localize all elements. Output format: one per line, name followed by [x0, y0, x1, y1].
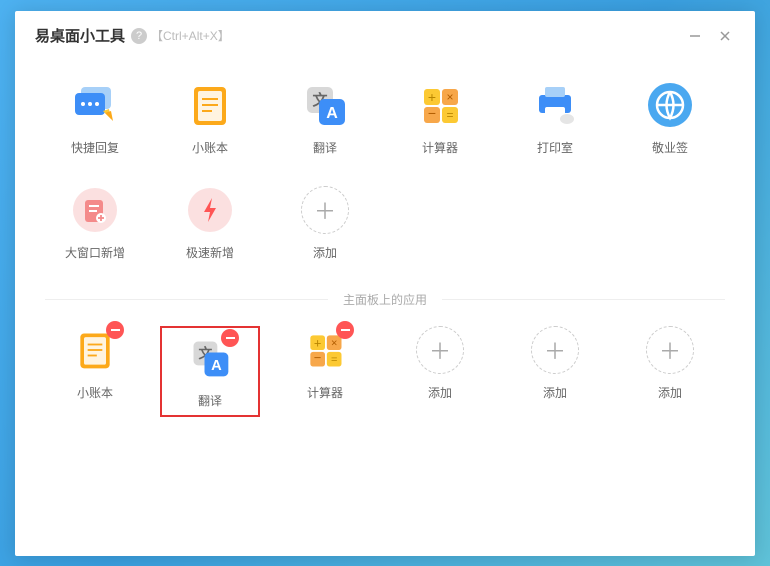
- panel-grid: 小账本 文 A 翻译 +: [45, 326, 725, 411]
- svg-text:−: −: [428, 105, 436, 121]
- remove-badge-icon[interactable]: [221, 329, 239, 347]
- titlebar: 易桌面小工具 ? 【Ctrl+Alt+X】: [15, 11, 755, 61]
- main-window: 易桌面小工具 ? 【Ctrl+Alt+X】: [15, 11, 755, 556]
- tool-label: 敬业签: [652, 139, 688, 156]
- tool-calculator[interactable]: + × − = 计算器: [390, 81, 490, 156]
- panel-add-1[interactable]: ＋ 添加: [390, 326, 490, 411]
- shortcut-hint: 【Ctrl+Alt+X】: [151, 27, 230, 44]
- tool-add[interactable]: ＋ 添加: [275, 186, 375, 261]
- tool-label: 添加: [313, 244, 337, 261]
- svg-text:A: A: [326, 105, 338, 122]
- close-button[interactable]: [710, 21, 740, 51]
- tool-label: 翻译: [313, 139, 337, 156]
- svg-text:+: +: [428, 89, 436, 105]
- svg-text:+: +: [314, 335, 322, 350]
- svg-text:=: =: [331, 353, 337, 365]
- tool-label: 添加: [428, 384, 452, 401]
- tool-print[interactable]: 打印室: [505, 81, 605, 156]
- divider-label: 主面板上的应用: [328, 291, 442, 308]
- remove-badge-icon[interactable]: [336, 321, 354, 339]
- tool-quick-reply[interactable]: 快捷回复: [45, 81, 145, 156]
- svg-text:×: ×: [331, 337, 337, 349]
- calculator-icon: + × − =: [416, 81, 464, 129]
- tool-label: 翻译: [198, 392, 222, 409]
- add-icon: ＋: [416, 326, 464, 374]
- quick-reply-icon: [71, 81, 119, 129]
- tool-label: 极速新增: [186, 244, 234, 261]
- tool-label: 计算器: [307, 384, 343, 401]
- add-icon: ＋: [301, 186, 349, 234]
- panel-calculator[interactable]: + × − = 计算器: [275, 326, 375, 411]
- content-area: 快捷回复 小账本 文: [15, 61, 755, 421]
- add-icon: ＋: [646, 326, 694, 374]
- big-window-add-icon: [71, 186, 119, 234]
- panel-notebook[interactable]: 小账本: [45, 326, 145, 411]
- notebook-icon: [186, 81, 234, 129]
- svg-text:×: ×: [446, 90, 453, 104]
- tool-label: 添加: [658, 384, 682, 401]
- tool-big-window-add[interactable]: 大窗口新增: [45, 186, 145, 261]
- svg-text:A: A: [211, 357, 222, 373]
- tool-label: 添加: [543, 384, 567, 401]
- panel-add-2[interactable]: ＋ 添加: [505, 326, 605, 411]
- translate-icon: 文 A: [301, 81, 349, 129]
- tool-sign[interactable]: 敬业签: [620, 81, 720, 156]
- tool-quick-add[interactable]: 极速新增: [160, 186, 260, 261]
- tool-label: 小账本: [77, 384, 113, 401]
- svg-text:=: =: [446, 108, 453, 122]
- add-icon: ＋: [531, 326, 579, 374]
- tool-label: 快捷回复: [71, 139, 119, 156]
- panel-translate[interactable]: 文 A 翻译: [160, 326, 260, 417]
- window-title: 易桌面小工具: [35, 25, 125, 46]
- tool-label: 小账本: [192, 139, 228, 156]
- help-icon[interactable]: ?: [131, 28, 147, 44]
- divider: 主面板上的应用: [45, 291, 725, 308]
- tool-translate[interactable]: 文 A 翻译: [275, 81, 375, 156]
- print-icon: [531, 81, 579, 129]
- minimize-button[interactable]: [680, 21, 710, 51]
- tool-notebook[interactable]: 小账本: [160, 81, 260, 156]
- sign-icon: [646, 81, 694, 129]
- tool-label: 打印室: [537, 139, 573, 156]
- tool-grid: 快捷回复 小账本 文: [45, 81, 725, 261]
- panel-add-3[interactable]: ＋ 添加: [620, 326, 720, 411]
- quick-add-icon: [186, 186, 234, 234]
- svg-text:−: −: [314, 349, 322, 364]
- remove-badge-icon[interactable]: [106, 321, 124, 339]
- tool-label: 计算器: [422, 139, 458, 156]
- tool-label: 大窗口新增: [65, 244, 125, 261]
